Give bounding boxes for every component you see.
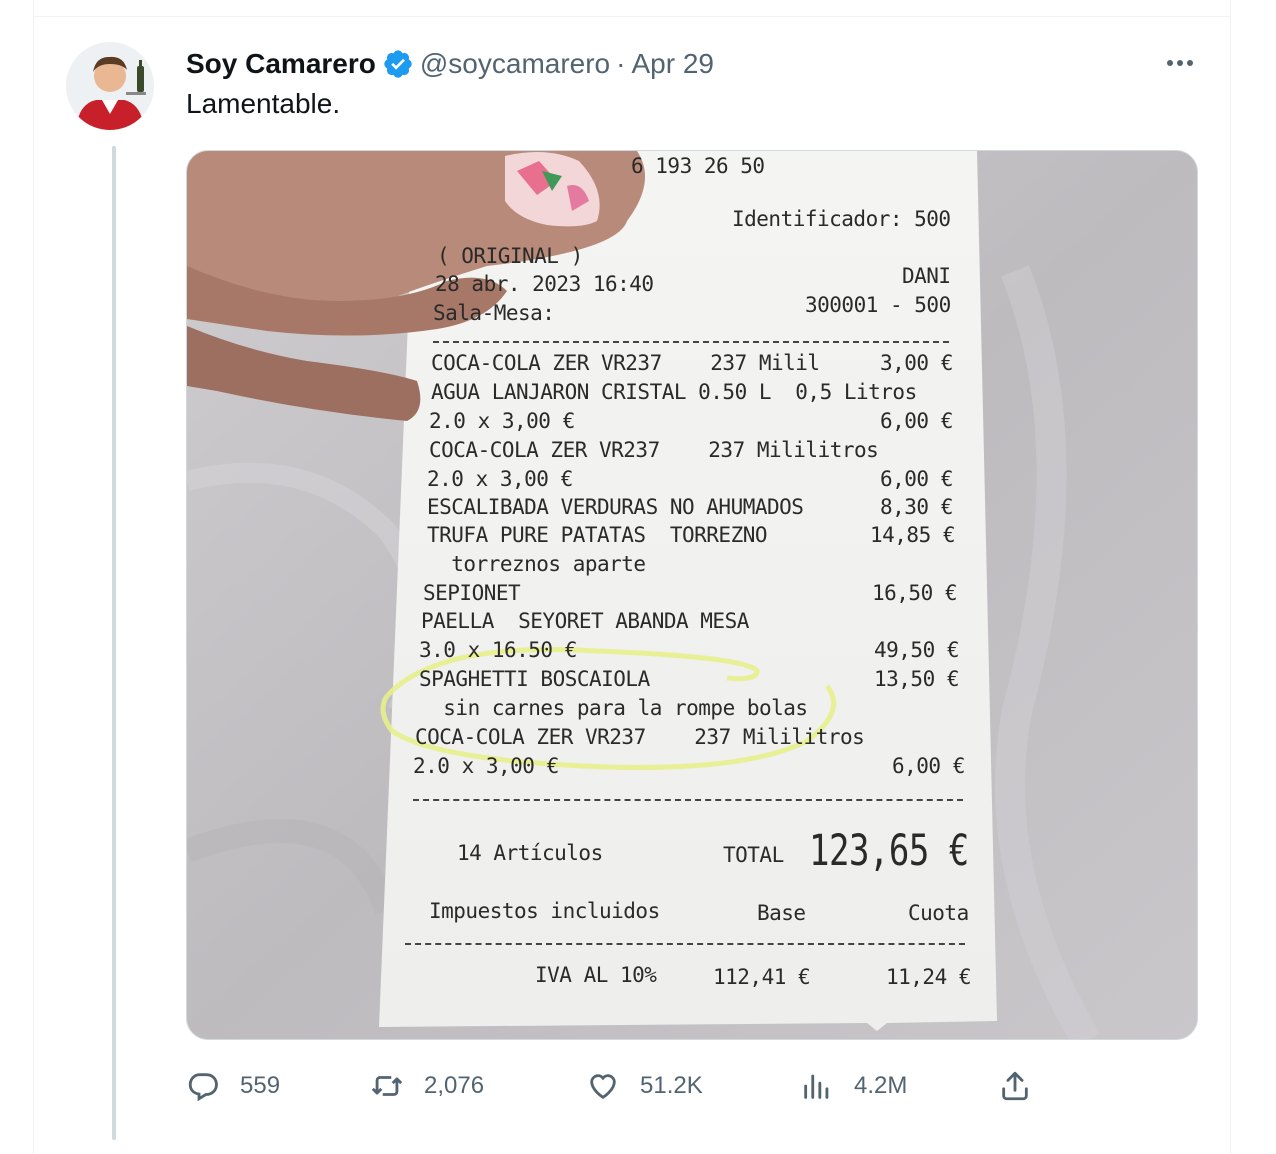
reply-count: 559 bbox=[240, 1072, 281, 1099]
views-count: 4.2M bbox=[854, 1072, 908, 1099]
retweet-icon bbox=[371, 1076, 403, 1096]
previous-tweet-border bbox=[33, 0, 1231, 17]
photo-background bbox=[187, 151, 1197, 1039]
reply-button[interactable]: 559 bbox=[186, 1066, 280, 1106]
verified-badge-icon bbox=[384, 50, 412, 78]
tweet-date[interactable]: Apr 29 bbox=[631, 48, 714, 80]
avatar-waiter-image bbox=[66, 42, 154, 130]
views-button[interactable]: 4.2M bbox=[800, 1066, 907, 1106]
more-icon[interactable] bbox=[1160, 50, 1200, 76]
share-button[interactable] bbox=[998, 1066, 1052, 1106]
like-button[interactable]: 51.2K bbox=[586, 1066, 703, 1106]
reply-icon bbox=[188, 1073, 218, 1102]
author-handle[interactable]: @soycamarero bbox=[420, 48, 610, 80]
thread-line bbox=[112, 146, 116, 1140]
like-count: 51.2K bbox=[640, 1072, 703, 1099]
header-separator: · bbox=[616, 48, 626, 79]
retweet-button[interactable]: 2,076 bbox=[370, 1066, 484, 1106]
retweet-count: 2,076 bbox=[424, 1072, 485, 1099]
share-icon bbox=[1002, 1071, 1028, 1101]
tweet-text: Lamentable. bbox=[186, 88, 341, 119]
author-name[interactable]: Soy Camarero bbox=[186, 48, 376, 80]
views-icon bbox=[804, 1074, 829, 1099]
tweet-header: Soy Camarero @soycamarero · Apr 29 bbox=[186, 44, 714, 84]
avatar[interactable] bbox=[66, 42, 154, 130]
like-icon bbox=[590, 1074, 616, 1100]
tweet-photo[interactable]: 6 193 26 50 Identificador: 500( ORIGINAL … bbox=[186, 150, 1198, 1040]
